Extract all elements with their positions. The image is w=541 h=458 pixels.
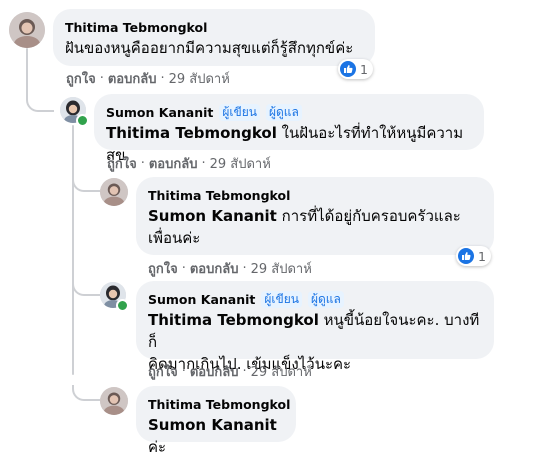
avatar[interactable]	[100, 178, 128, 206]
thread-line-branch-3	[72, 385, 100, 401]
comment-text: Thitima Tebmongkol หนูขี้น้อยใจนะคะ. บาง…	[148, 311, 480, 351]
online-status-icon	[76, 114, 89, 127]
comment-bubble: Thitima Tebmongkol Sumon Kananit การที่ไ…	[136, 177, 494, 255]
avatar[interactable]	[9, 12, 45, 48]
mention-link[interactable]: Thitima Tebmongkol	[106, 124, 277, 142]
comment-bubble: Thitima Tebmongkol ฝันของหนูคืออยากมีควา…	[53, 9, 375, 66]
reaction-summary[interactable]: 1	[338, 59, 373, 79]
reply-button[interactable]: ตอบกลับ	[149, 153, 198, 174]
like-button[interactable]: ถูกใจ	[107, 153, 137, 174]
timestamp-link[interactable]: 29 สัปดาห์	[251, 361, 312, 382]
thread-line-main	[26, 48, 28, 98]
comment-actions: ถูกใจ · ตอบกลับ · 29 สัปดาห์	[148, 361, 312, 382]
admin-badge: ผู้ดูแล	[307, 290, 344, 308]
like-button[interactable]: ถูกใจ	[148, 361, 178, 382]
timestamp-link[interactable]: 29 สัปดาห์	[169, 68, 230, 89]
comment-author[interactable]: Sumon Kananit	[106, 105, 213, 120]
thread-line-branch-1	[72, 176, 100, 192]
separator: ·	[242, 261, 247, 276]
comment-actions: ถูกใจ · ตอบกลับ · 29 สัปดาห์	[148, 258, 312, 279]
thumbs-up-icon	[340, 61, 356, 77]
timestamp-link[interactable]: 29 สัปดาห์	[251, 258, 312, 279]
comment-actions: ถูกใจ · ตอบกลับ · 29 สัปดาห์	[107, 153, 271, 174]
reaction-count: 1	[478, 248, 486, 264]
online-status-icon	[116, 299, 129, 312]
separator: ·	[140, 156, 145, 171]
comment-text-line: เพื่อนค่ะ	[148, 229, 201, 247]
reaction-count: 1	[360, 61, 368, 77]
mention-link[interactable]: Thitima Tebmongkol	[148, 311, 319, 329]
comment-author[interactable]: Thitima Tebmongkol	[148, 188, 290, 203]
avatar-thitima-icon	[100, 387, 128, 415]
like-button[interactable]: ถูกใจ	[148, 258, 178, 279]
timestamp-link[interactable]: 29 สัปดาห์	[210, 153, 271, 174]
avatar-thitima-icon	[9, 12, 45, 48]
avatar[interactable]	[100, 387, 128, 415]
reply-button[interactable]: ตอบกลับ	[108, 68, 157, 89]
reply-button[interactable]: ตอบกลับ	[190, 258, 239, 279]
comment-author[interactable]: Thitima Tebmongkol	[148, 397, 290, 412]
comment-bubble: Thitima Tebmongkol Sumon Kananit ค่ะ	[136, 386, 296, 456]
mention-link[interactable]: Sumon Kananit	[148, 207, 277, 225]
comment-author[interactable]: Thitima Tebmongkol	[65, 20, 207, 35]
author-badge: ผู้เขียน	[219, 103, 260, 121]
comment-text: Sumon Kananit ค่ะ	[148, 416, 277, 456]
separator: ·	[242, 364, 247, 379]
author-badge: ผู้เขียน	[261, 290, 302, 308]
thread-line-branch-2	[72, 280, 100, 296]
reaction-summary[interactable]: 1	[456, 246, 491, 266]
separator: ·	[160, 71, 165, 86]
separator: ·	[181, 364, 186, 379]
separator: ·	[99, 71, 104, 86]
avatar-thitima-icon	[100, 178, 128, 206]
separator: ·	[201, 156, 206, 171]
admin-badge: ผู้ดูแล	[265, 103, 302, 121]
comment-author[interactable]: Sumon Kananit	[148, 292, 255, 307]
comment-text: Sumon Kananit การที่ได้อยู่กับครอบครัวแล…	[148, 207, 461, 225]
thread-line-curve	[26, 96, 54, 112]
comment-bubble: Sumon Kananit ผู้เขียน ผู้ดูแล Thitima T…	[136, 281, 494, 373]
mention-link[interactable]: Sumon Kananit	[148, 416, 277, 434]
comment-bubble: Sumon Kananit ผู้เขียน ผู้ดูแล Thitima T…	[94, 94, 484, 164]
thumbs-up-icon	[458, 248, 474, 264]
like-button[interactable]: ถูกใจ	[66, 68, 96, 89]
separator: ·	[181, 261, 186, 276]
reply-button[interactable]: ตอบกลับ	[190, 361, 239, 382]
thread-line-reply	[72, 125, 74, 375]
comment-actions: ถูกใจ · ตอบกลับ · 29 สัปดาห์	[66, 68, 230, 89]
comment-text: ฝันของหนูคืออยากมีความสุขแต่ก็รู้สึกทุกข…	[65, 39, 354, 57]
